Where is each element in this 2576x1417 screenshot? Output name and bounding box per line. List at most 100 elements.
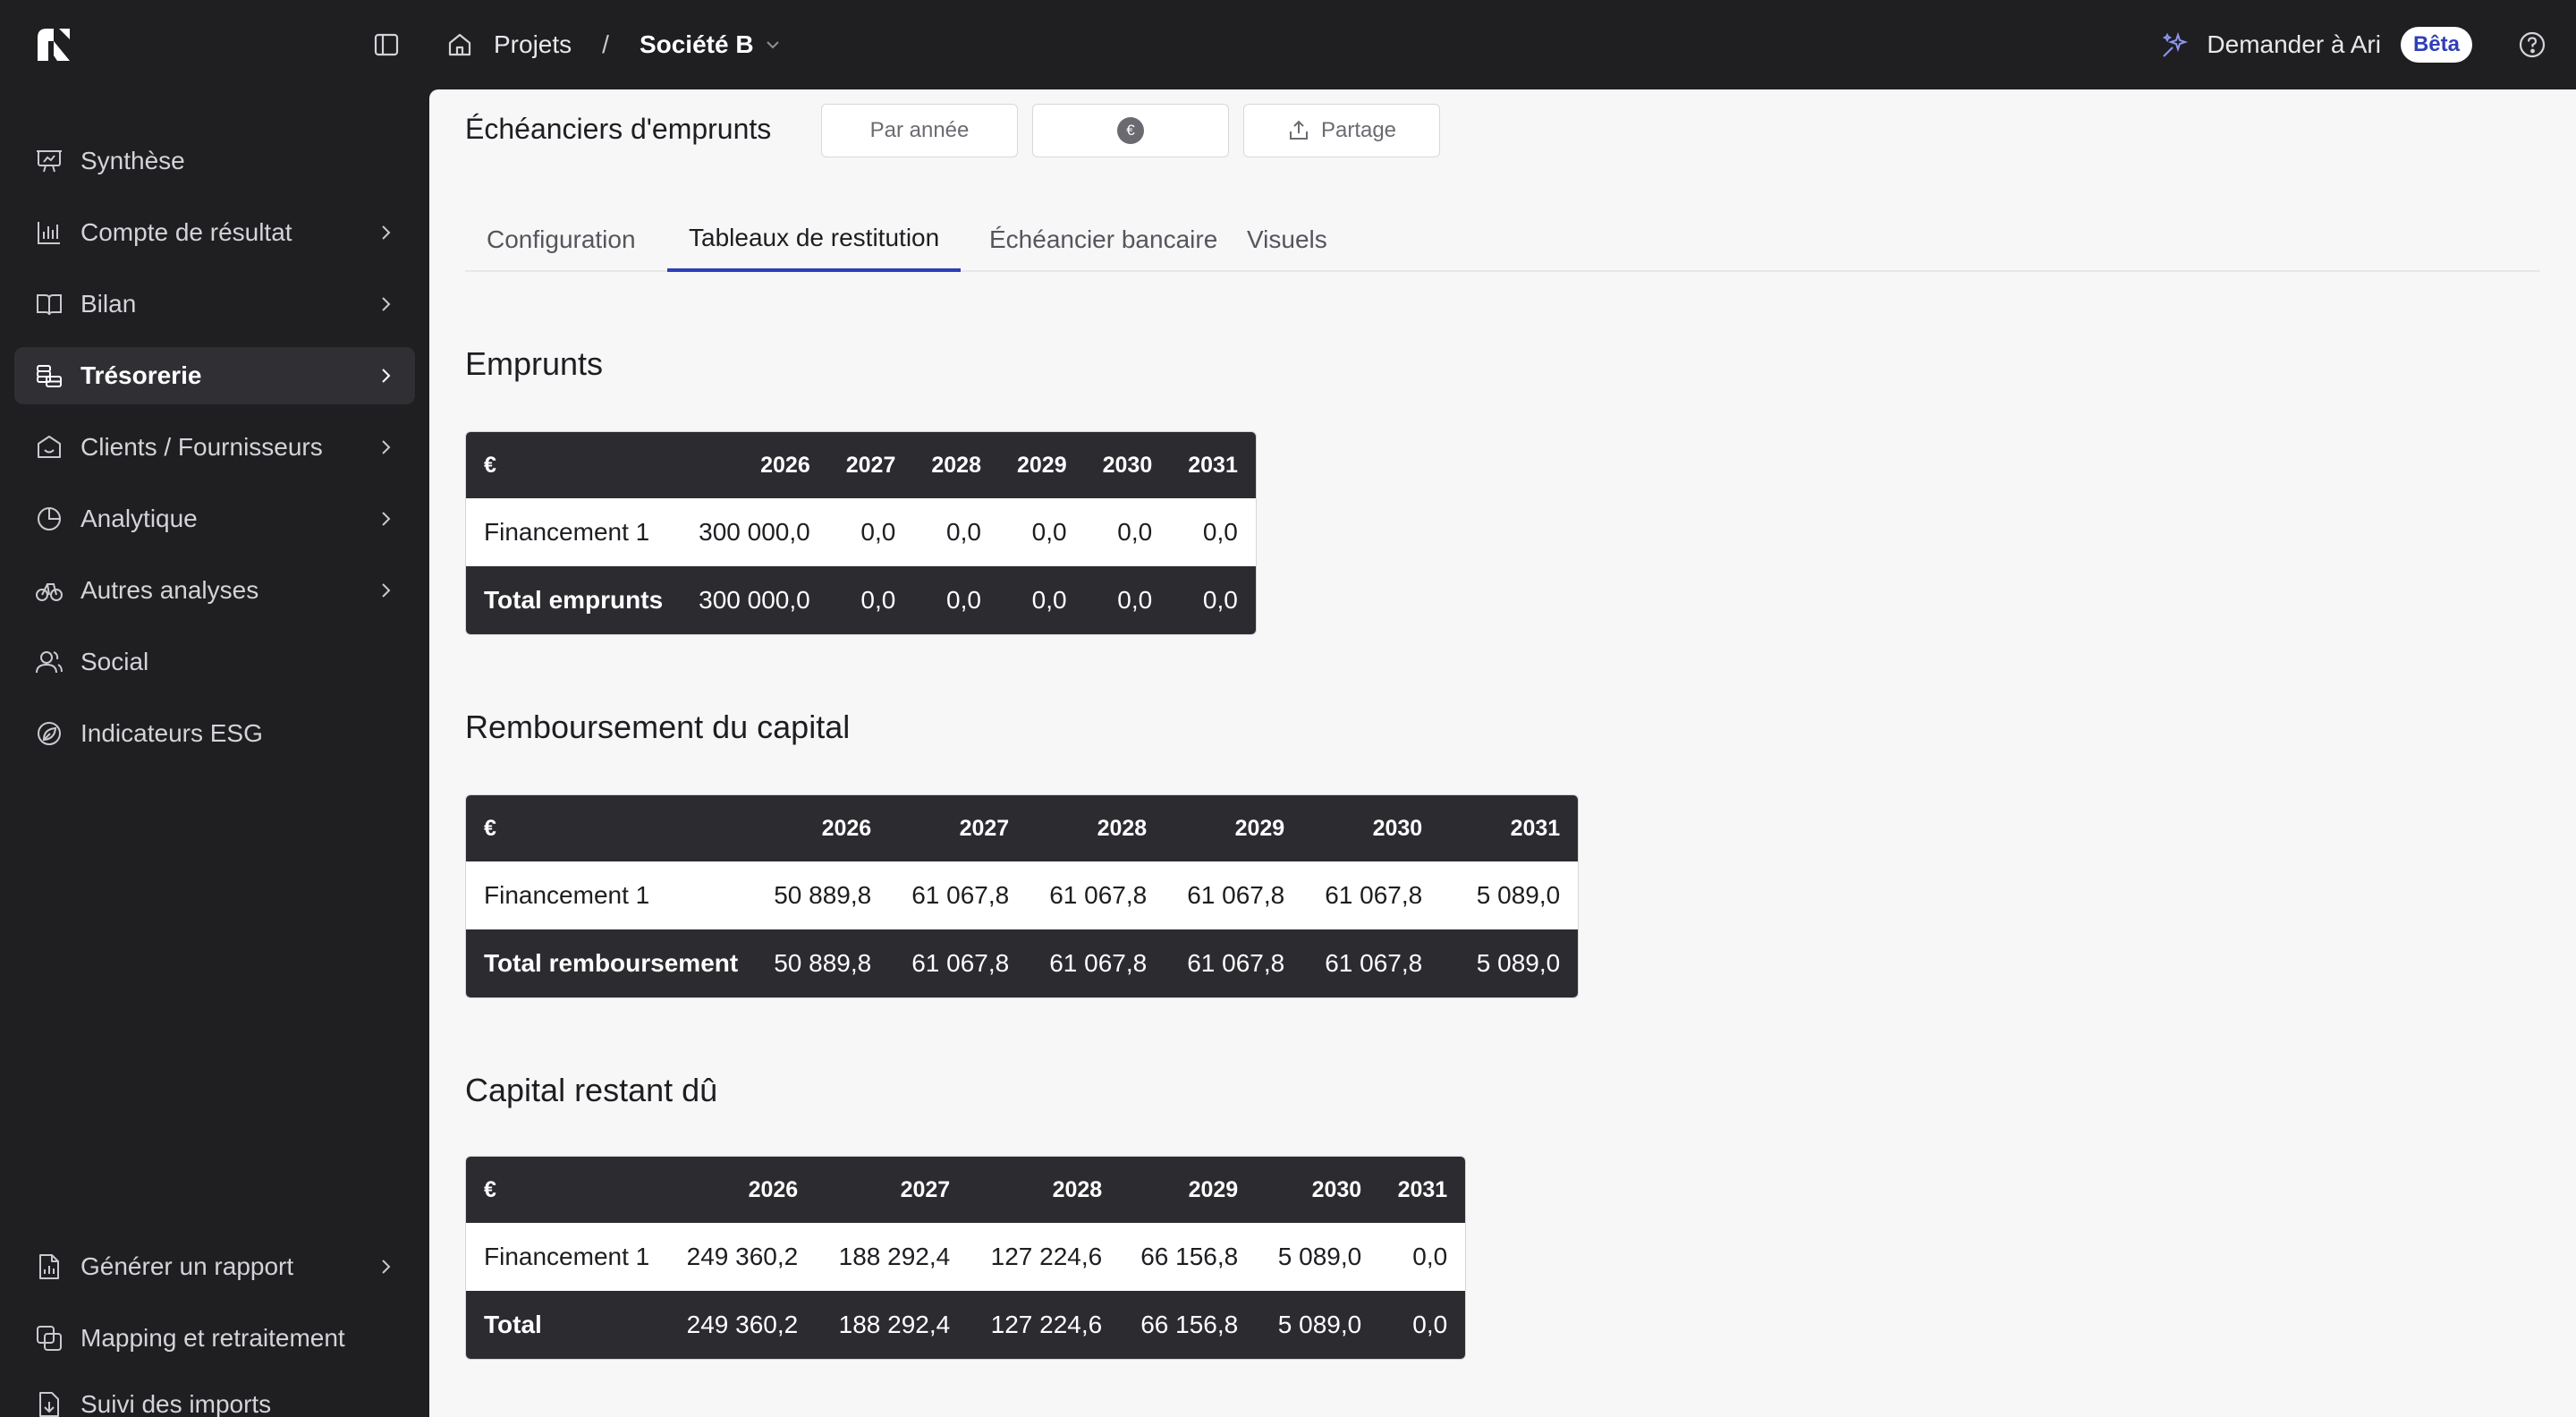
sidebar-item-social[interactable]: Social: [14, 633, 415, 691]
sidebar-item-mapping[interactable]: Mapping et retraitement: [14, 1310, 415, 1367]
currency-button[interactable]: €: [1032, 104, 1229, 157]
table-header-year: 2029: [1165, 795, 1303, 861]
table-header-year: 2030: [1302, 795, 1441, 861]
row-label: Financement 1: [466, 1223, 668, 1291]
table-header-year: 2026: [756, 795, 890, 861]
table-cell: 61 067,8: [889, 861, 1028, 929]
table-cell: 0,0: [1379, 1223, 1466, 1291]
table-cell: 0,0: [998, 498, 1085, 566]
row-label: Financement 1: [466, 861, 757, 929]
ask-ari-button[interactable]: Demander à Ari Bêta: [2160, 0, 2472, 89]
table-cell: 61 067,8: [1165, 929, 1303, 997]
table-cell: 50 889,8: [756, 861, 890, 929]
row-label: Financement 1: [466, 498, 682, 566]
sparkles-icon: [2163, 31, 2189, 57]
table-cell: 0,0: [1084, 566, 1171, 634]
sidebar-item-clients-fournisseurs[interactable]: Clients / Fournisseurs: [14, 419, 415, 476]
sidebar-item-label: Clients / Fournisseurs: [80, 433, 323, 461]
table-cell: 0,0: [998, 566, 1085, 634]
table-cell: 5 089,0: [1440, 861, 1579, 929]
table-header-year: 2027: [889, 795, 1028, 861]
tab-configuration[interactable]: Configuration: [465, 208, 657, 272]
tab-visuels[interactable]: Visuels: [1225, 208, 1349, 272]
table-header-year: 2030: [1084, 432, 1171, 498]
coins-icon: [37, 365, 62, 387]
table-header-year: 2026: [681, 432, 828, 498]
table-cell: 5 089,0: [1256, 1291, 1380, 1359]
table-cell: 61 067,8: [1027, 929, 1165, 997]
section-title-emprunts: Emprunts: [465, 345, 604, 382]
sidebar-item-label: Mapping et retraitement: [80, 1324, 345, 1352]
sidebar-item-autres-analyses[interactable]: Autres analyses: [14, 562, 415, 619]
table-cell: 5 089,0: [1256, 1223, 1380, 1291]
section-title-remboursement: Remboursement du capital: [465, 708, 851, 745]
table-header-year: 2031: [1170, 432, 1256, 498]
table-header-year: 2026: [667, 1157, 817, 1223]
app-logo[interactable]: [34, 25, 73, 64]
book-icon: [37, 294, 62, 316]
sidebar-item-label: Bilan: [80, 290, 137, 318]
sidebar-item-label: Social: [80, 648, 149, 675]
users-icon: [36, 651, 63, 674]
sidebar-item-label: Synthèse: [80, 147, 185, 174]
sidebar-item-analytique[interactable]: Analytique: [14, 490, 415, 547]
table-cell: 61 067,8: [889, 929, 1028, 997]
period-button[interactable]: Par année: [821, 104, 1018, 157]
table-header-year: 2029: [1120, 1157, 1257, 1223]
help-icon[interactable]: [2517, 30, 2547, 60]
table-cell: 61 067,8: [1302, 861, 1441, 929]
pie-chart-icon: [38, 507, 61, 530]
breadcrumb-projects[interactable]: Projets: [494, 30, 572, 59]
chevron-right-icon: [382, 297, 391, 311]
sidebar-item-label: Indicateurs ESG: [80, 719, 263, 747]
sidebar-toggle-icon[interactable]: [372, 30, 401, 59]
bar-chart-icon: [38, 222, 60, 244]
sidebar-item-tresorerie[interactable]: Trésorerie: [14, 347, 415, 404]
chevron-down-icon: [766, 41, 779, 49]
tab-tableaux-de-restitution[interactable]: Tableaux de restitution: [667, 208, 962, 272]
sidebar-item-label: Compte de résultat: [80, 218, 292, 246]
table-header-year: 2030: [1256, 1157, 1380, 1223]
table-row: Financement 1 50 889,8 61 067,8 61 067,8…: [466, 861, 1579, 929]
emprunts-table: € 2026 2027 2028 2029 2030 2031 Financem…: [465, 431, 1257, 635]
table-cell: 127 224,6: [968, 1223, 1121, 1291]
sidebar: Synthèse Compte de résultat Bilan Trésor…: [0, 89, 429, 1417]
table-header-year: 2028: [968, 1157, 1121, 1223]
capital-restant-table: € 2026 2027 2028 2029 2030 2031 Financem…: [465, 1156, 1467, 1360]
table-cell: 66 156,8: [1120, 1291, 1257, 1359]
company-selector[interactable]: Société B: [640, 30, 783, 59]
remboursement-table: € 2026 2027 2028 2029 2030 2031 Financem…: [465, 794, 1580, 998]
share-icon: [1289, 120, 1308, 140]
table-cell: 61 067,8: [1027, 861, 1165, 929]
total-label: Total remboursement: [466, 929, 757, 997]
table-cell: 61 067,8: [1165, 861, 1303, 929]
sidebar-item-label: Trésorerie: [80, 361, 202, 389]
table-cell: 0,0: [1170, 498, 1256, 566]
table-total-row: Total emprunts 300 000,0 0,0 0,0 0,0 0,0…: [466, 566, 1256, 634]
total-label: Total: [466, 1291, 668, 1359]
share-button[interactable]: Partage: [1243, 104, 1440, 157]
sidebar-item-indicateurs-esg[interactable]: Indicateurs ESG: [14, 705, 415, 762]
table-row: Financement 1 300 000,0 0,0 0,0 0,0 0,0 …: [466, 498, 1256, 566]
tab-echeancier-bancaire[interactable]: Échéancier bancaire: [968, 208, 1239, 272]
table-row: Financement 1 249 360,2 188 292,4 127 22…: [466, 1223, 1466, 1291]
main-content: Échéanciers d'emprunts Par année € Parta…: [429, 89, 2576, 1417]
company-name: Société B: [639, 30, 754, 58]
table-cell: 0,0: [913, 498, 999, 566]
table-cell: 188 292,4: [816, 1291, 969, 1359]
table-cell: 300 000,0: [681, 566, 828, 634]
table-header-year: 2031: [1379, 1157, 1466, 1223]
sidebar-item-compte-de-resultat[interactable]: Compte de résultat: [14, 204, 415, 261]
ask-ari-label: Demander à Ari: [2207, 30, 2381, 58]
chevron-right-icon: [382, 512, 391, 526]
store-icon: [38, 436, 61, 458]
sidebar-item-bilan[interactable]: Bilan: [14, 276, 415, 333]
table-cell: 0,0: [827, 566, 914, 634]
sidebar-item-synthese[interactable]: Synthèse: [14, 132, 415, 190]
sidebar-item-label: Suivi des imports: [80, 1390, 272, 1417]
home-icon[interactable]: [445, 30, 474, 59]
table-cell: 0,0: [827, 498, 914, 566]
sidebar-item-suivi-imports[interactable]: Suivi des imports: [14, 1378, 415, 1417]
breadcrumb: Projets / Société B: [445, 0, 783, 89]
sidebar-item-generer-rapport[interactable]: Générer un rapport: [14, 1238, 415, 1295]
